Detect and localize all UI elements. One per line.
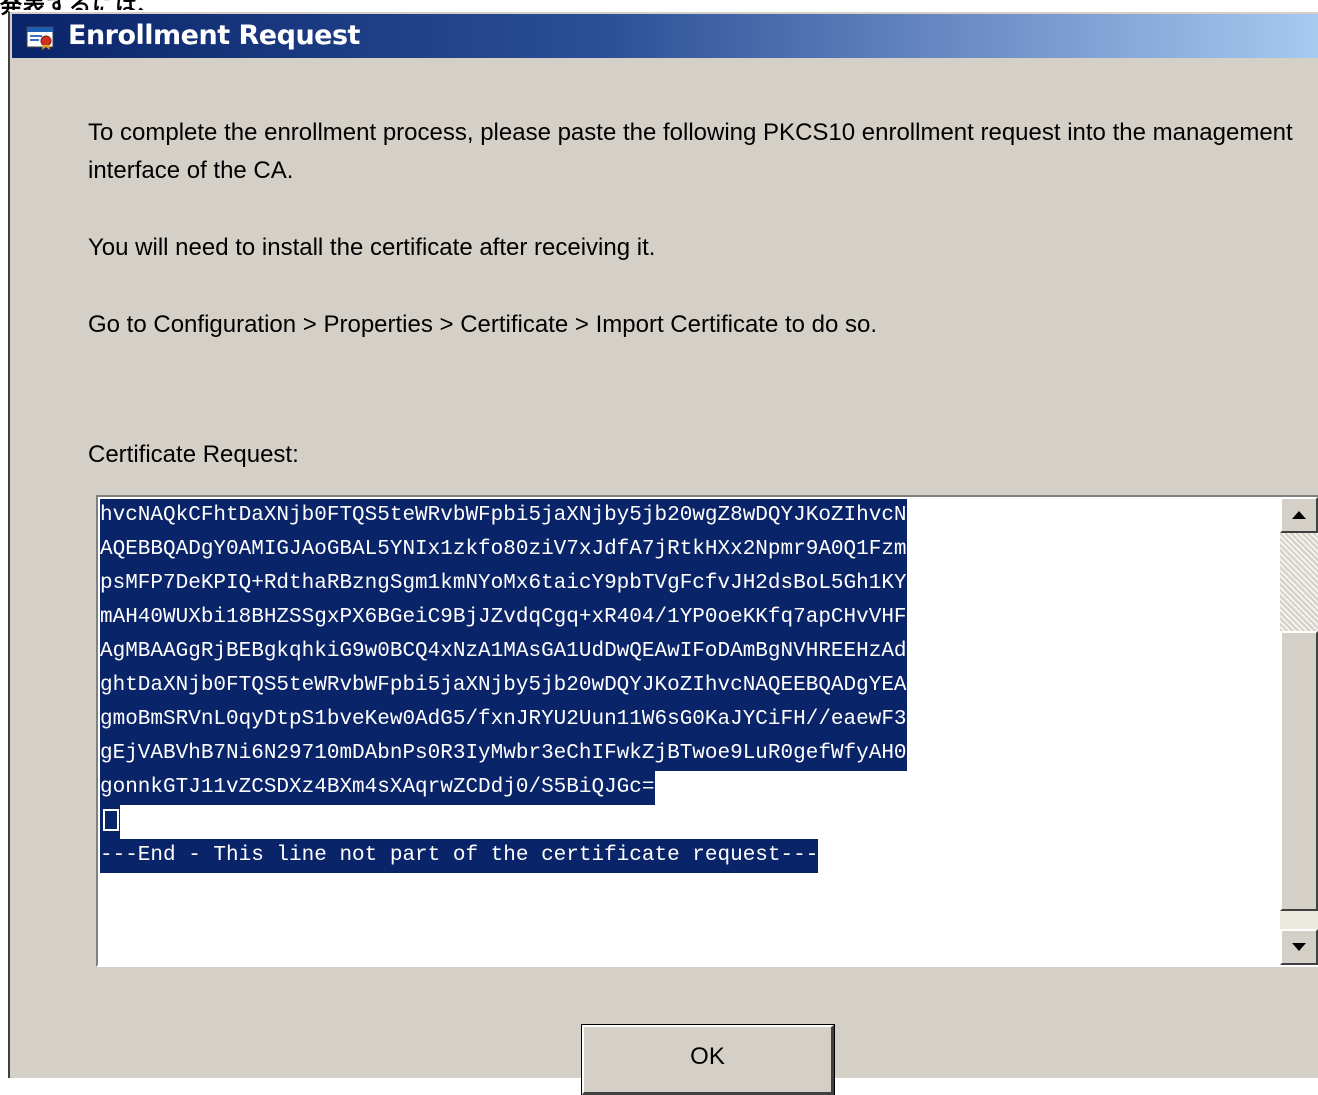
scroll-track[interactable] — [1280, 533, 1318, 631]
text-caret-icon — [103, 809, 119, 832]
certificate-line: hvcNAQkCFhtDaXNjb0FTQS5teWRvbWFpbi5jaXNj… — [100, 499, 1280, 533]
intro-message: To complete the enrollment process, plea… — [88, 119, 1293, 184]
scroll-down-button[interactable] — [1280, 929, 1318, 965]
install-note: You will need to install the certificate… — [88, 234, 656, 261]
certificate-line: mAH40WUXbi18BHZSSgxPX6BGeiC9BjJZvdqCgq+x… — [100, 601, 1280, 635]
navigation-instructions: Go to Configuration > Properties > Certi… — [88, 311, 878, 338]
scroll-thumb[interactable] — [1280, 631, 1318, 911]
enrollment-request-dialog: Enrollment Request To complete the enrol… — [8, 10, 1318, 1095]
scroll-up-button[interactable] — [1280, 497, 1318, 533]
certificate-window-icon — [26, 24, 56, 50]
certificate-request-textarea[interactable]: hvcNAQkCFhtDaXNjb0FTQS5teWRvbWFpbi5jaXNj… — [96, 495, 1318, 967]
arrow-down-icon — [1292, 943, 1306, 951]
certificate-line: ghtDaXNjb0FTQS5teWRvbWFpbi5jaXNjby5jb20w… — [100, 669, 1280, 703]
certificate-line: AQEBBQADgY0AMIGJAoGBAL5YNIx1zkfo80ziV7xJ… — [100, 533, 1280, 567]
certificate-line: gonnkGTJ11vZCSDXz4BXm4sXAqrwZCDdj0/S5BiQ… — [100, 771, 1280, 805]
certificate-line-caret — [100, 805, 1280, 839]
certificate-end-line: ---End - This line not part of the certi… — [100, 839, 1280, 873]
certificate-line: gmoBmSRVnL0qyDtpS1bveKew0AdG5/fxnJRYU2Uu… — [100, 703, 1280, 737]
vertical-scrollbar[interactable] — [1280, 497, 1318, 965]
ok-button[interactable]: OK — [581, 1024, 835, 1095]
window-title: Enrollment Request — [68, 20, 360, 51]
title-bar[interactable]: Enrollment Request — [12, 14, 1318, 58]
certificate-line: AgMBAAGgRjBEBgkqhkiG9w0BCQ4xNzA1MAsGA1Ud… — [100, 635, 1280, 669]
certificate-line: psMFP7DeKPIQ+RdthaRBzngSgm1kmNYoMx6taicY… — [100, 567, 1280, 601]
certificate-lines: hvcNAQkCFhtDaXNjb0FTQS5teWRvbWFpbi5jaXNj… — [100, 499, 1280, 873]
certificate-line: gEjVABVhB7Ni6N29710mDAbnPs0R3IyMwbr3eChI… — [100, 737, 1280, 771]
partial-heading-text: 発表するには、 — [0, 0, 161, 19]
certificate-request-label: Certificate Request: — [88, 441, 299, 468]
arrow-up-icon — [1292, 511, 1306, 519]
